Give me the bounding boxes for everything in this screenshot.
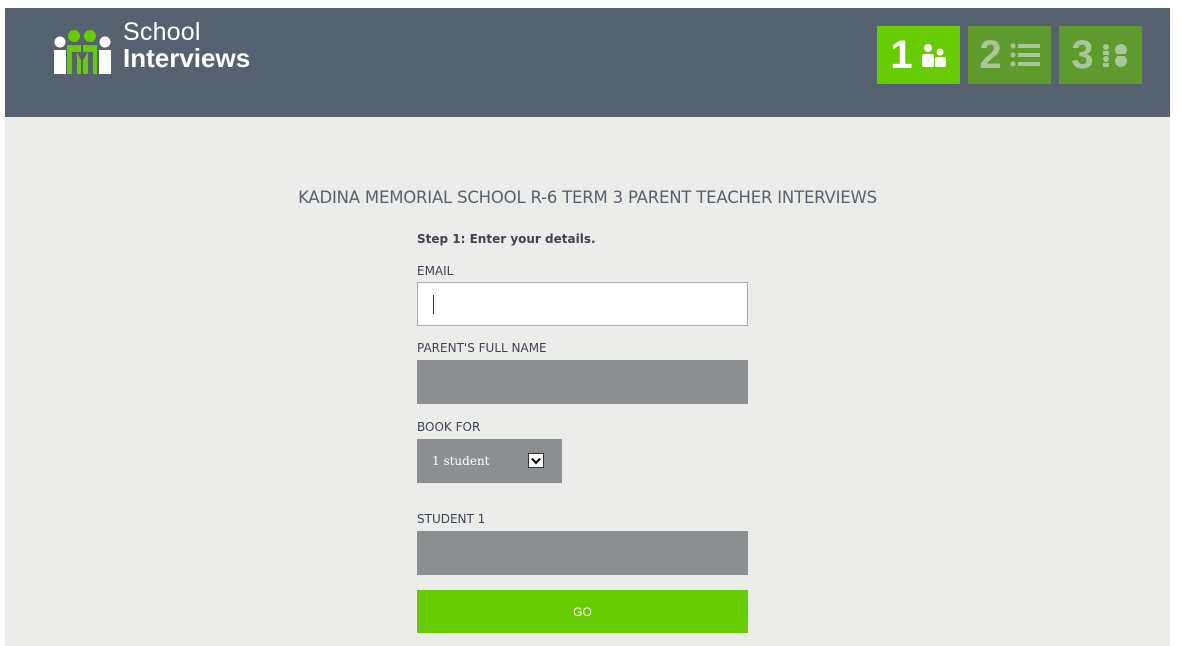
chevron-down-icon[interactable] xyxy=(528,453,544,468)
email-label: EMAIL xyxy=(417,264,454,278)
parent-name-label: PARENT'S FULL NAME xyxy=(417,341,547,355)
step-1: 1 xyxy=(877,26,960,84)
book-for-selected: 1 student xyxy=(432,454,490,468)
parent-name-field[interactable] xyxy=(417,360,748,404)
text-cursor xyxy=(433,295,434,314)
go-button[interactable]: GO xyxy=(417,590,748,633)
book-for-select[interactable]: 1 student xyxy=(417,439,562,483)
header: School Interviews 1 2 3 xyxy=(5,8,1170,117)
book-for-label: BOOK FOR xyxy=(417,420,481,434)
step-1-number: 1 xyxy=(890,33,913,77)
email-field[interactable] xyxy=(417,282,748,326)
app-frame: School Interviews 1 2 3 KADINA MEMORIAL … xyxy=(5,8,1170,646)
step-indicator: 1 2 3 xyxy=(877,26,1142,84)
details-form: Step 1: Enter your details. EMAIL PARENT… xyxy=(417,232,749,633)
people-icon xyxy=(921,44,946,67)
step-heading: Step 1: Enter your details. xyxy=(417,232,596,246)
logo-line-school: School xyxy=(123,18,201,46)
logo[interactable]: School Interviews xyxy=(53,20,250,76)
step-2-number: 2 xyxy=(979,33,1002,77)
list-icon xyxy=(1010,43,1040,67)
step-3: 3 xyxy=(1059,26,1142,84)
page-title: KADINA MEMORIAL SCHOOL R-6 TERM 3 PARENT… xyxy=(298,188,877,207)
student-1-label: STUDENT 1 xyxy=(417,512,486,526)
logo-text: School Interviews xyxy=(123,18,251,73)
step-3-number: 3 xyxy=(1071,33,1094,77)
student-1-field[interactable] xyxy=(417,531,748,575)
logo-line-interviews: Interviews xyxy=(123,43,251,73)
people-list-icon xyxy=(1102,44,1128,67)
logo-icon xyxy=(54,30,111,74)
step-2: 2 xyxy=(968,26,1051,84)
